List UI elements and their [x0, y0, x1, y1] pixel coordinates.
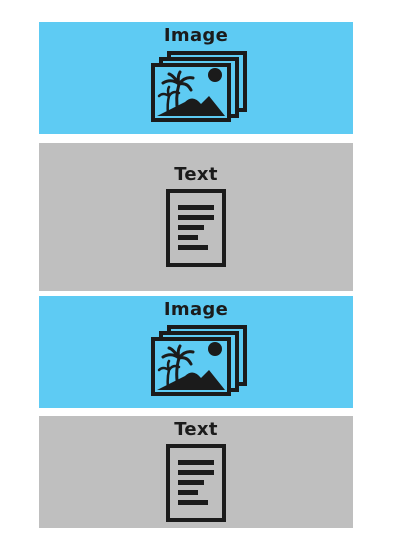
text-document-icon: [165, 444, 227, 522]
block-label: Text: [174, 164, 218, 185]
block-label: Image: [163, 299, 229, 320]
block-label: Text: [174, 419, 218, 440]
text-block: Text: [39, 416, 353, 528]
content-block-stack: Image Text Image Text: [0, 0, 400, 540]
image-block: Image: [39, 296, 353, 408]
image-gallery-icon: [151, 50, 249, 122]
text-block: Text: [39, 143, 353, 291]
image-block: Image: [39, 22, 353, 134]
text-document-icon: [165, 189, 227, 267]
image-gallery-icon: [151, 324, 249, 396]
block-label: Image: [163, 25, 229, 46]
